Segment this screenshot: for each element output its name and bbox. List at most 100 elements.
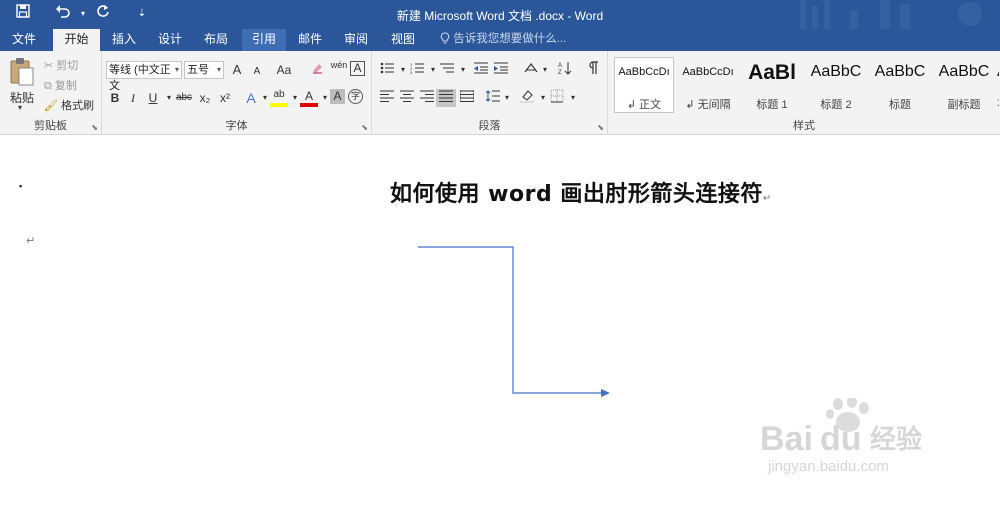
chevron-down-icon: ▾ bbox=[174, 65, 179, 74]
ribbon: 粘贴 ▾ ✂ 剪切 ⧉ 复制 🖌 格式刷 剪贴板 ⬊ 等线 (中文正文 ▾ 五号… bbox=[0, 51, 1000, 135]
styles-group-label: 样式 bbox=[793, 120, 815, 132]
svg-text:A: A bbox=[558, 63, 562, 69]
font-launcher-icon[interactable]: ⬊ bbox=[361, 123, 368, 132]
style-preview: A bbox=[997, 63, 999, 81]
superscript-button[interactable]: x² bbox=[216, 89, 234, 107]
svg-text:3: 3 bbox=[410, 70, 413, 74]
style-name: ↲ 正文 bbox=[626, 99, 662, 111]
font-group-label: 字体 bbox=[225, 120, 248, 132]
copy-label: 复制 bbox=[54, 80, 77, 92]
style-normal[interactable]: AaBbCcDı ↲ 正文 bbox=[614, 57, 674, 113]
show-formatting-marks-icon[interactable] bbox=[584, 61, 602, 79]
sort-icon[interactable]: AZ bbox=[556, 61, 574, 79]
chevron-down-icon[interactable]: ▾ bbox=[536, 61, 554, 79]
style-heading-1[interactable]: AaBl 标题 1 bbox=[742, 57, 802, 113]
style-heading-2[interactable]: AaBbC 标题 2 bbox=[806, 57, 866, 113]
tell-me-placeholder: 告诉我您想要做什么... bbox=[453, 33, 567, 45]
bold-button[interactable]: B bbox=[106, 89, 124, 107]
cut-button[interactable]: ✂ 剪切 bbox=[44, 57, 78, 73]
svg-text:Z: Z bbox=[558, 70, 562, 75]
style-subtitle[interactable]: AaBbC 副标题 bbox=[934, 57, 994, 113]
style-preview: AaBbCcDı bbox=[618, 66, 670, 78]
chevron-down-icon[interactable]: ▾ bbox=[564, 89, 582, 107]
style-name: ↲ 无间隔 bbox=[685, 99, 731, 111]
style-name: 标题 1 bbox=[756, 99, 788, 111]
style-preview: AaBbC bbox=[938, 63, 990, 80]
font-size-combo[interactable]: 五号 ▾ bbox=[184, 61, 224, 79]
document-canvas[interactable]: ▪ 如何使用 word 画出肘形箭头连接符↵ ↵ Bai du 经验 jingy… bbox=[0, 136, 1000, 506]
scissors-icon: ✂ bbox=[44, 60, 54, 72]
paintbrush-icon: 🖌 bbox=[44, 100, 58, 112]
tab-review[interactable]: 审阅 bbox=[334, 29, 378, 51]
style-preview: AaBbCcDı bbox=[682, 66, 734, 78]
copy-button[interactable]: ⧉ 复制 bbox=[44, 77, 77, 93]
distributed-icon[interactable] bbox=[458, 89, 476, 107]
align-right-icon[interactable] bbox=[418, 89, 436, 107]
style-name: 副标题 bbox=[947, 99, 981, 111]
style-name: 不 bbox=[997, 96, 999, 112]
decrease-indent-icon[interactable] bbox=[472, 61, 490, 79]
increase-indent-icon[interactable] bbox=[492, 61, 510, 79]
title-bar: ▾ ⇣ 新建 Microsoft Word 文档 .docx - Word bbox=[0, 0, 1000, 29]
watermark-brand: Bai bbox=[760, 420, 813, 458]
styles-group: AaBbCcDı ↲ 正文 AaBbCcDı ↲ 无间隔 AaBl 标题 1 A… bbox=[608, 51, 1000, 135]
font-group: 等线 (中文正文 ▾ 五号 ▾ A A Aa wén A B I U ▾ abc… bbox=[102, 51, 372, 135]
svg-text:du: du bbox=[820, 420, 862, 458]
tell-me-search[interactable]: 告诉我您想要做什么... bbox=[440, 29, 566, 51]
chevron-down-icon: ▾ bbox=[216, 65, 221, 74]
change-case-button[interactable]: Aa bbox=[272, 61, 296, 79]
clipboard-launcher-icon[interactable]: ⬊ bbox=[91, 123, 98, 132]
style-name: 标题 2 bbox=[820, 99, 852, 111]
copy-icon: ⧉ bbox=[44, 80, 52, 92]
tab-view[interactable]: 视图 bbox=[380, 29, 426, 51]
align-left-icon[interactable] bbox=[378, 89, 396, 107]
title-decoration-icon bbox=[800, 0, 982, 29]
format-painter-label: 格式刷 bbox=[61, 100, 95, 112]
tab-insert[interactable]: 插入 bbox=[102, 29, 146, 51]
shrink-font-button[interactable]: A bbox=[248, 63, 266, 81]
svg-text:经验: 经验 bbox=[870, 424, 922, 455]
style-preview: AaBl bbox=[748, 61, 796, 84]
tab-design[interactable]: 设计 bbox=[148, 29, 192, 51]
align-center-icon[interactable] bbox=[398, 89, 416, 107]
clear-formatting-icon[interactable] bbox=[308, 61, 326, 79]
style-title[interactable]: AaBbC 标题 bbox=[870, 57, 930, 113]
ribbon-tab-bar: 文件 开始 插入 设计 布局 引用 邮件 审阅 视图 告诉我您想要做什么... bbox=[0, 29, 1000, 51]
grow-font-button[interactable]: A bbox=[228, 61, 246, 79]
clipboard-icon bbox=[10, 58, 34, 86]
watermark-url: jingyan.baidu.com bbox=[768, 458, 889, 475]
tab-mailings[interactable]: 邮件 bbox=[288, 29, 332, 51]
font-name-value: 等线 (中文正文 bbox=[109, 64, 171, 92]
format-painter-button[interactable]: 🖌 格式刷 bbox=[44, 97, 94, 113]
subscript-button[interactable]: x₂ bbox=[196, 89, 214, 107]
paste-dropdown-icon: ▾ bbox=[18, 103, 23, 112]
enclose-characters-button[interactable]: 字 bbox=[348, 89, 363, 104]
style-name: 标题 bbox=[889, 99, 911, 111]
style-more[interactable]: A 不 bbox=[996, 57, 1000, 113]
clipboard-group-label: 剪贴板 bbox=[34, 120, 67, 132]
style-no-spacing[interactable]: AaBbCcDı ↲ 无间隔 bbox=[678, 57, 738, 113]
italic-button[interactable]: I bbox=[124, 89, 142, 107]
character-shading-button[interactable]: A bbox=[330, 89, 345, 104]
font-size-value: 五号 bbox=[187, 64, 209, 76]
paste-button[interactable]: 粘贴 ▾ bbox=[6, 55, 38, 115]
style-preview: AaBbC bbox=[874, 63, 926, 80]
justify-icon[interactable] bbox=[436, 89, 456, 107]
clipboard-group: 粘贴 ▾ ✂ 剪切 ⧉ 复制 🖌 格式刷 剪贴板 ⬊ bbox=[0, 51, 102, 135]
strikethrough-button[interactable]: abc bbox=[172, 89, 196, 107]
chevron-down-icon[interactable]: ▾ bbox=[498, 89, 516, 107]
tab-layout[interactable]: 布局 bbox=[194, 29, 238, 51]
lightbulb-icon bbox=[440, 32, 453, 45]
style-preview: AaBbC bbox=[810, 63, 862, 80]
baidu-watermark: Bai du 经验 jingyan.baidu.com bbox=[760, 396, 940, 481]
font-name-combo[interactable]: 等线 (中文正文 ▾ bbox=[106, 61, 182, 92]
paragraph-launcher-icon[interactable]: ⬊ bbox=[597, 123, 604, 132]
phonetic-guide-button[interactable]: wén bbox=[330, 61, 348, 79]
tab-home[interactable]: 开始 bbox=[53, 29, 100, 51]
tab-references[interactable]: 引用 bbox=[242, 29, 286, 51]
paragraph-group-label: 段落 bbox=[478, 120, 501, 132]
tab-file[interactable]: 文件 bbox=[2, 29, 46, 51]
paragraph-group: ▾ 123 ▾ ▾ ▾ AZ ▾ ▾ ▾ 段落 ⬊ bbox=[372, 51, 608, 135]
character-border-button[interactable]: A bbox=[350, 61, 365, 76]
chevron-down-icon[interactable]: ▾ bbox=[454, 61, 472, 79]
